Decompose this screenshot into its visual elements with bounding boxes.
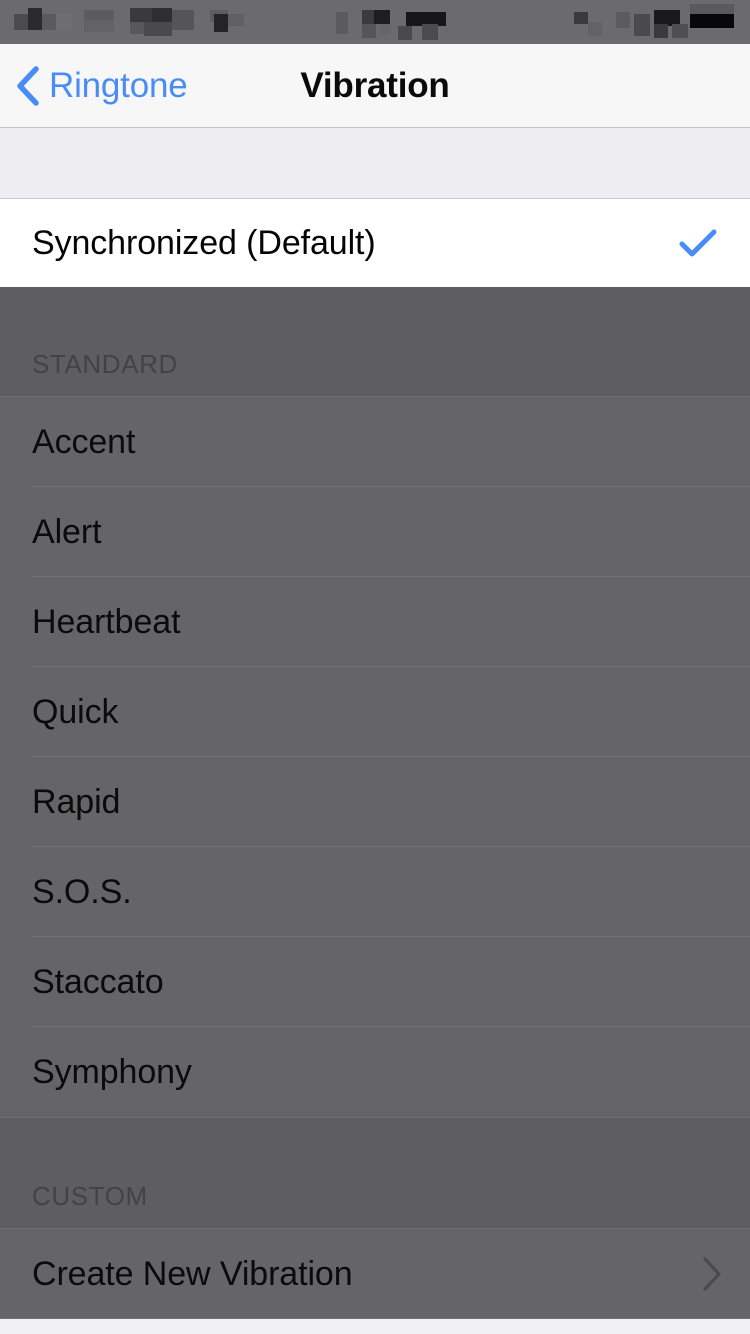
- checkmark-icon: [679, 229, 717, 257]
- list-item-heartbeat[interactable]: Heartbeat: [0, 577, 750, 667]
- screen: Ringtone Vibration Synchronized (Default…: [0, 0, 750, 1334]
- list-item-rapid[interactable]: Rapid: [0, 757, 750, 847]
- list-item-sos[interactable]: S.O.S.: [0, 847, 750, 937]
- status-bar-left-redacted: [14, 0, 344, 44]
- status-bar: [0, 0, 750, 44]
- list-item-label: Create New Vibration: [32, 1254, 353, 1293]
- status-bar-time-redacted: [336, 0, 456, 44]
- status-bar-right-redacted: [570, 0, 750, 44]
- status-bar-left-pixels: [14, 8, 244, 36]
- list-item-create-new-vibration[interactable]: Create New Vibration: [0, 1229, 750, 1319]
- list-item-accent[interactable]: Accent: [0, 397, 750, 487]
- list-item-label: Accent: [32, 422, 136, 461]
- list-item-quick[interactable]: Quick: [0, 667, 750, 757]
- section-header-label: CUSTOM: [32, 1181, 148, 1211]
- chevron-right-icon: [703, 1257, 721, 1291]
- list-item-label: S.O.S.: [32, 872, 132, 911]
- list-item-symphony[interactable]: Symphony: [0, 1027, 750, 1117]
- status-bar-center-pixels: [336, 10, 446, 40]
- list-item-label: Heartbeat: [32, 602, 181, 641]
- list-item-alert[interactable]: Alert: [0, 487, 750, 577]
- section-header-standard: STANDARD: [0, 287, 750, 397]
- navigation-bar: Ringtone Vibration: [0, 44, 750, 128]
- status-bar-right-pixels: [574, 4, 734, 38]
- list-item-label: Symphony: [32, 1052, 192, 1091]
- list-item-label: Synchronized (Default): [32, 223, 376, 262]
- row-separator: [0, 1318, 750, 1319]
- vibration-list: Synchronized (Default) STANDARD Accent A…: [0, 128, 750, 1334]
- list-item-label: Staccato: [32, 962, 164, 1001]
- section-header-label: STANDARD: [32, 349, 178, 379]
- section-header-custom: CUSTOM: [0, 1117, 750, 1229]
- list-item-staccato[interactable]: Staccato: [0, 937, 750, 1027]
- list-item-label: Rapid: [32, 782, 121, 821]
- page-title: Vibration: [300, 65, 450, 105]
- list-item-label: Alert: [32, 512, 102, 551]
- table-top-spacer: [0, 128, 750, 199]
- list-item-label: Quick: [32, 692, 119, 731]
- list-item-synchronized[interactable]: Synchronized (Default): [0, 199, 750, 287]
